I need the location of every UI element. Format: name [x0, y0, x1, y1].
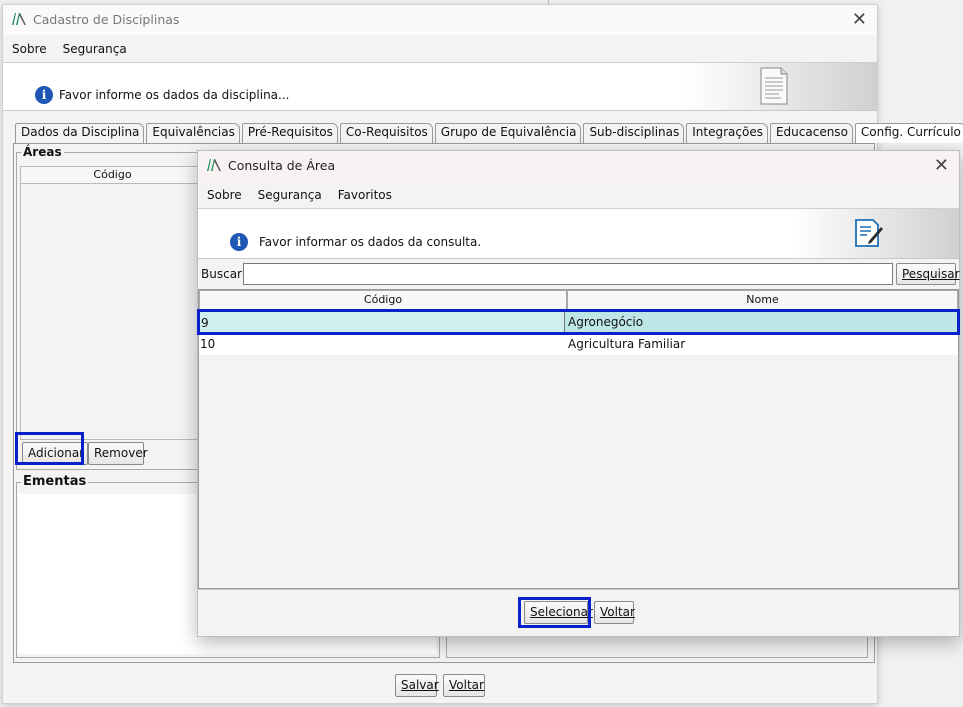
tab-dados-da-disciplina[interactable]: Dados da Disciplina	[15, 123, 145, 143]
dialog-footer-divider	[198, 589, 959, 590]
dialog-titlebar: Consulta de Área ✕	[198, 151, 959, 181]
search-label: Buscar:	[201, 267, 246, 281]
search-input[interactable]	[243, 263, 893, 285]
dialog-title: Consulta de Área	[228, 158, 336, 173]
dialog-window: Consulta de Área ✕ Sobre Segurança Favor…	[197, 150, 960, 637]
info-icon: i	[35, 86, 53, 104]
search-button-label: Pesquisar	[902, 267, 960, 281]
column-nome[interactable]: Nome	[567, 290, 958, 310]
dialog-back-button[interactable]: Voltar	[594, 601, 635, 624]
main-back-button[interactable]: Voltar	[443, 674, 485, 697]
tab-educacenso[interactable]: Educacenso	[769, 123, 853, 143]
main-back-button-label: Voltar	[449, 678, 484, 692]
tab-config-curriculo[interactable]: Config. Currículo	[854, 123, 963, 143]
areas-group-label: Áreas	[21, 145, 64, 159]
tab-grupo-de-equivalencia[interactable]: Grupo de Equivalência	[434, 123, 582, 143]
ementas-group-label: Ementas	[21, 474, 89, 489]
tab-co-requisitos[interactable]: Co-Requisitos	[339, 123, 433, 143]
cell-nome: Agricultura Familiar	[568, 337, 686, 351]
main-info-message: Favor informe os dados da disciplina...	[59, 88, 290, 102]
document-icon	[760, 67, 788, 105]
search-row: Buscar: Pesquisar	[198, 261, 960, 287]
main-titlebar: Cadastro de Disciplinas ✕	[3, 5, 877, 35]
dialog-logo-icon	[207, 159, 221, 171]
main-info-panel: i Favor informe os dados da disciplina..…	[3, 63, 877, 111]
highlight-select-button	[518, 597, 591, 628]
menu-sobre[interactable]: Sobre	[12, 42, 47, 62]
app-logo-icon	[12, 13, 26, 25]
tab-pre-requisitos[interactable]: Pré-Requisitos	[241, 123, 338, 143]
save-button[interactable]: Salvar	[395, 674, 439, 697]
highlight-add-button	[15, 432, 84, 465]
column-codigo[interactable]: Código	[199, 290, 567, 310]
save-button-label: Salvar	[401, 678, 439, 692]
dialog-close-icon[interactable]: ✕	[934, 155, 949, 176]
tab-equivalencias[interactable]: Equivalências	[146, 123, 240, 143]
dialog-menu-seguranca[interactable]: Segurança	[258, 188, 322, 208]
table-row[interactable]: 10 Agricultura Familiar	[199, 333, 958, 355]
highlight-selected-row	[197, 309, 960, 335]
main-tabs: Dados da Disciplina Equivalências Pré-Re…	[15, 123, 963, 143]
areas-column-codigo[interactable]: Código	[20, 166, 205, 184]
dialog-back-button-label: Voltar	[600, 605, 635, 619]
dialog-menubar: Sobre Segurança Favoritos	[198, 181, 959, 209]
dialog-menu-sobre[interactable]: Sobre	[207, 188, 242, 208]
tab-sub-disciplinas[interactable]: Sub-disciplinas	[583, 123, 685, 143]
menu-seguranca[interactable]: Segurança	[63, 42, 127, 62]
dialog-menu-favoritos[interactable]: Favoritos	[338, 188, 392, 208]
dialog-info-panel: i Favor informar os dados da consulta.	[198, 209, 959, 259]
main-window-title: Cadastro de Disciplinas	[33, 12, 180, 27]
dialog-info-icon: i	[230, 233, 248, 251]
cell-codigo: 10	[200, 337, 216, 351]
search-button[interactable]: Pesquisar	[896, 263, 960, 285]
remove-button[interactable]: Remover	[88, 442, 148, 465]
main-menubar: Sobre Segurança	[3, 35, 877, 63]
tab-integracoes[interactable]: Integrações	[686, 123, 768, 143]
dialog-info-message: Favor informar os dados da consulta.	[259, 235, 482, 249]
main-close-icon[interactable]: ✕	[852, 9, 867, 30]
edit-form-icon	[855, 219, 883, 247]
